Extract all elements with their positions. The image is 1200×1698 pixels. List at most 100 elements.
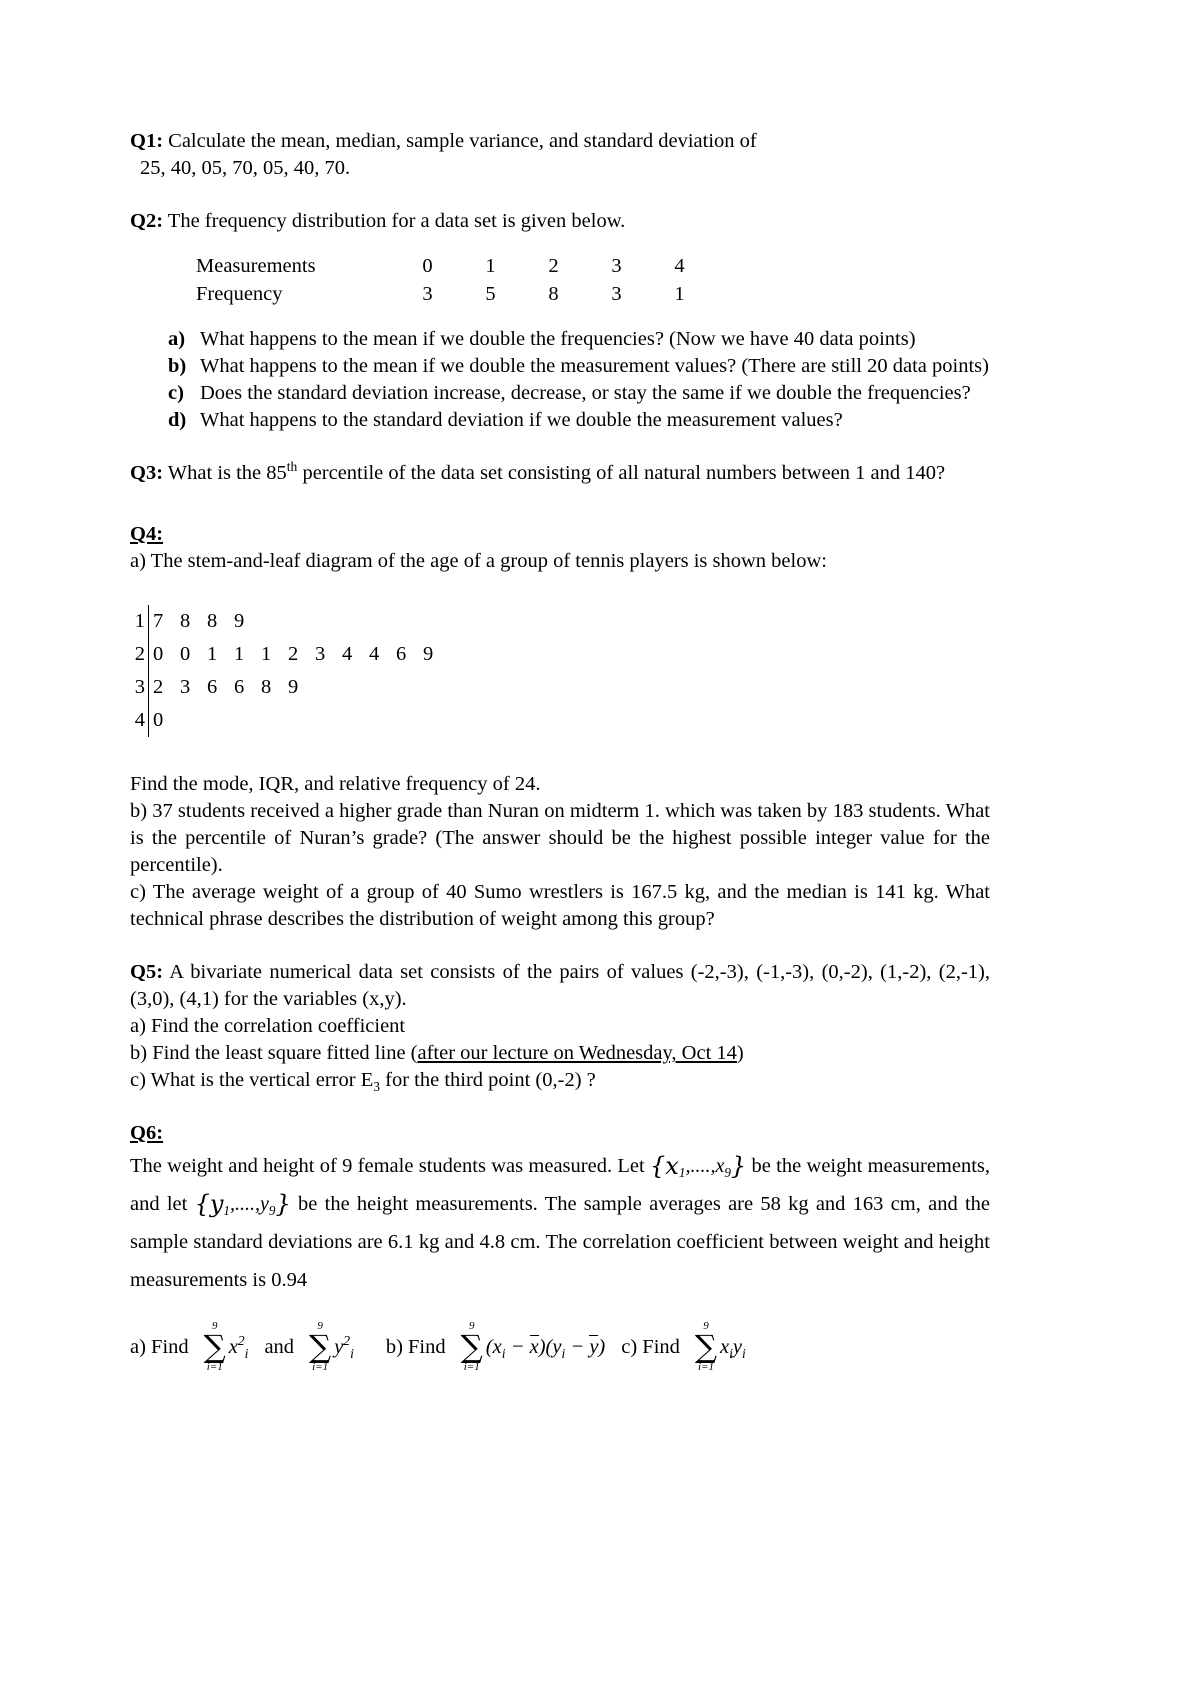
q5-part-c-before: c) What is the vertical error E (130, 1069, 374, 1091)
leaf: 6 (207, 676, 218, 698)
leaf: 9 (423, 643, 434, 665)
stem-leaf-row: 4 0 (132, 704, 990, 737)
leaf: 4 (342, 643, 353, 665)
list-item-text: What happens to the standard deviation i… (200, 409, 843, 431)
q5-part-c-after: for the third point (0,-2) ? (380, 1069, 596, 1091)
q2-label: Q2: (130, 210, 164, 232)
term-x-exponent: 2 (237, 1332, 245, 1348)
set-y-open: {y (194, 1190, 224, 1218)
set-y-sub-9: 9 (268, 1203, 276, 1218)
x-bar: x (529, 1335, 539, 1359)
term-x-index: i (244, 1345, 249, 1361)
list-marker: b) (168, 355, 187, 377)
term-4-x: x (720, 1335, 730, 1358)
frequency-value: 3 (611, 283, 622, 305)
q4-label: Q4: (130, 523, 164, 545)
term-3-close: ) (598, 1336, 606, 1359)
leaf: 6 (396, 643, 407, 665)
formula-c-label: c) Find (621, 1335, 680, 1358)
q1-text: Q1: Calculate the mean, median, sample v… (130, 128, 990, 155)
document-page: Q1: Calculate the mean, median, sample v… (0, 0, 1200, 1698)
term-x-squared: x2i (228, 1332, 249, 1361)
q3-body-after: percentile of the data set consisting of… (297, 462, 946, 484)
leaf: 9 (288, 676, 299, 698)
q3-ordinal-suffix: th (286, 459, 298, 475)
leaf: 9 (234, 610, 245, 632)
document-content: Q1: Calculate the mean, median, sample v… (130, 128, 990, 1374)
term-y-index: i (350, 1345, 354, 1361)
formula-a-label: a) Find (130, 1335, 189, 1358)
row-label-frequency: Frequency (196, 283, 283, 305)
term-x: x (228, 1335, 238, 1358)
stem-value: 2 (134, 643, 145, 665)
q3-label: Q3: (130, 462, 164, 484)
leaf-values: 236689 (149, 671, 315, 704)
q1-body: Calculate the mean, median, sample varia… (168, 130, 757, 152)
stem-value: 1 (134, 610, 145, 632)
measurement-value: 0 (422, 255, 433, 277)
sum-lower-limit: i=1 (463, 1360, 480, 1373)
frequency-value: 3 (422, 283, 433, 305)
leaf: 0 (180, 643, 191, 665)
stem-value: 3 (134, 676, 145, 698)
q5-part-a: a) Find the correlation coefficient (130, 1015, 406, 1037)
q5-intro-text: A bivariate numerical data set consists … (130, 961, 991, 1010)
term-3-minus-2: − (565, 1336, 590, 1359)
leaf-values: 0 (149, 704, 180, 737)
term-y: y (334, 1335, 344, 1358)
leaf-values: 00111234469 (149, 638, 450, 671)
leaf: 8 (261, 676, 272, 698)
q5-error-subscript: 3 (373, 1079, 380, 1095)
term-4-y: y (732, 1335, 743, 1358)
q5-part-b-before: b) Find the least square fitted line ( (130, 1042, 418, 1064)
q5-label: Q5: (130, 961, 164, 983)
leaf: 6 (234, 676, 245, 698)
set-y-mid: ,....,y (230, 1193, 269, 1215)
leaf: 4 (369, 643, 380, 665)
list-item: b) What happens to the mean if we double… (130, 353, 990, 380)
leaf: 3 (180, 676, 191, 698)
question-3: Q3: What is the 85th percentile of the d… (130, 460, 990, 487)
q5-part-b-after: ) (736, 1042, 744, 1064)
question-6: Q6: The weight and height of 9 female st… (130, 1120, 990, 1374)
leaf: 2 (153, 676, 164, 698)
set-x-sub-9: 9 (724, 1165, 731, 1180)
q5-intro: Q5: A bivariate numerical data set consi… (130, 959, 990, 1013)
list-item: a) What happens to the mean if we double… (130, 326, 990, 353)
sum-lower-limit: i=1 (697, 1360, 714, 1373)
summation-symbol-c: 9 ∑ i=1 (695, 1320, 717, 1374)
list-item-text: What happens to the mean if we double th… (200, 328, 916, 350)
list-item-text: Does the standard deviation increase, de… (200, 382, 971, 404)
table-row-measurements: Measurements 0 1 2 3 4 (196, 253, 711, 281)
q4-heading: Q4: (130, 521, 990, 548)
term-4-y-index: i (742, 1345, 746, 1361)
q3-text: Q3: What is the 85th percentile of the d… (130, 460, 990, 487)
term-covariance: (xi − x)(yi − y) (486, 1335, 606, 1361)
list-marker: a) (168, 328, 186, 350)
sigma-glyph: ∑ (203, 1328, 226, 1365)
q2-subquestion-list: a) What happens to the mean if we double… (130, 326, 990, 434)
row-label-measurements: Measurements (196, 255, 316, 277)
weight-set-notation: {x1,....,x9} (650, 1147, 746, 1185)
term-3-mid2: )(y (538, 1336, 562, 1359)
q4-part-a: a) The stem-and-leaf diagram of the age … (130, 550, 827, 572)
term-xy-product: xiyi (720, 1335, 746, 1361)
q4-part-b: b) 37 students received a higher grade t… (130, 800, 990, 876)
list-item: c) Does the standard deviation increase,… (130, 380, 990, 407)
frequency-value: 1 (674, 283, 685, 305)
list-item-text: What happens to the mean if we double th… (200, 355, 989, 377)
question-1: Q1: Calculate the mean, median, sample v… (130, 128, 990, 182)
stem-value: 4 (134, 709, 145, 731)
frequency-value: 8 (548, 283, 559, 305)
leaf: 3 (315, 643, 326, 665)
q3-body-before: What is the 85 (167, 462, 287, 484)
q5-part-b-underlined: after our lecture on Wednesday, Oct 14 (417, 1042, 737, 1064)
question-5: Q5: A bivariate numerical data set consi… (130, 959, 990, 1094)
q6-label: Q6: (130, 1122, 164, 1144)
leaf: 8 (207, 610, 218, 632)
q5-part-b: b) Find the least square fitted line (af… (130, 1040, 990, 1067)
set-x-close: } (730, 1152, 747, 1180)
leaf: 1 (261, 643, 272, 665)
leaf: 2 (288, 643, 299, 665)
question-2: Q2: The frequency distribution for a dat… (130, 208, 990, 434)
